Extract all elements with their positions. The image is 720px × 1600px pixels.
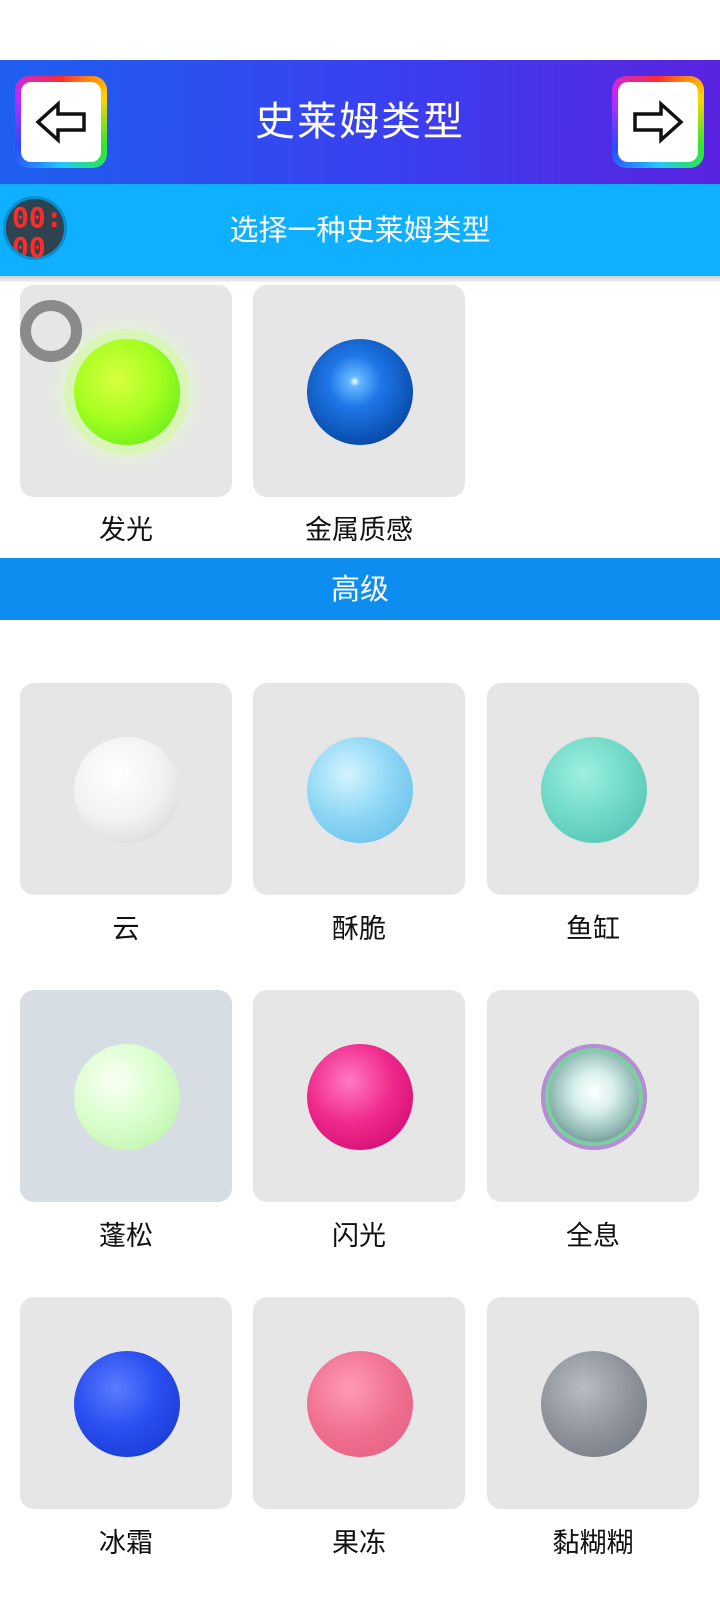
slime-card-metal[interactable] xyxy=(253,285,465,497)
back-button[interactable] xyxy=(15,76,107,168)
slime-label-holographic: 全息 xyxy=(566,1221,620,1252)
slime-label-glow: 发光 xyxy=(99,515,153,546)
slime-label-glitter: 闪光 xyxy=(332,1221,386,1252)
back-button-face xyxy=(21,82,101,162)
slime-card-fishbowl[interactable] xyxy=(487,683,699,895)
slime-card-glitter[interactable] xyxy=(253,990,465,1202)
timer-text: 00:00 xyxy=(12,201,63,260)
instruction-text: 选择一种史莱姆类型 xyxy=(229,213,491,247)
glow-slime-icon xyxy=(74,339,180,445)
slime-card-holographic[interactable] xyxy=(487,990,699,1202)
jelly-slime-icon xyxy=(307,1351,413,1457)
slime-label-fishbowl: 鱼缸 xyxy=(566,914,620,945)
fluffy-slime-icon xyxy=(74,1044,180,1150)
slime-card-frost[interactable] xyxy=(20,1297,232,1509)
next-button[interactable] xyxy=(612,76,704,168)
slime-card-fluffy[interactable] xyxy=(20,990,232,1202)
slime-label-fluffy: 蓬松 xyxy=(99,1221,153,1252)
next-button-face xyxy=(618,82,698,162)
timer-badge: 00:00 xyxy=(3,196,67,260)
page-title: 史莱姆类型 xyxy=(255,99,465,145)
frost-slime-icon xyxy=(74,1351,180,1457)
loading-ring-icon xyxy=(20,300,82,362)
glitter-slime-icon xyxy=(307,1044,413,1150)
status-bar-area xyxy=(0,0,720,60)
slime-label-jelly: 果冻 xyxy=(332,1528,386,1559)
slime-card-jelly[interactable] xyxy=(253,1297,465,1509)
holographic-slime-icon xyxy=(541,1044,647,1150)
section-title: 高级 xyxy=(330,572,389,606)
section-header-advanced: 高级 xyxy=(0,558,720,620)
metal-slime-icon xyxy=(307,339,413,445)
slime-card-crispy[interactable] xyxy=(253,683,465,895)
divider xyxy=(0,276,720,282)
slime-card-goo[interactable] xyxy=(487,1297,699,1509)
slime-card-cloud[interactable] xyxy=(20,683,232,895)
arrow-right-icon xyxy=(633,100,684,144)
slime-label-metal: 金属质感 xyxy=(305,515,413,546)
crispy-slime-icon xyxy=(307,737,413,843)
app-header: 史莱姆类型 xyxy=(0,60,720,184)
fishbowl-slime-icon xyxy=(541,737,647,843)
slime-label-goo: 黏糊糊 xyxy=(552,1528,634,1559)
instruction-bar: 选择一种史莱姆类型 xyxy=(0,184,720,276)
arrow-left-icon xyxy=(35,100,86,144)
cloud-slime-icon xyxy=(74,737,180,843)
goo-slime-icon xyxy=(541,1351,647,1457)
slime-label-cloud: 云 xyxy=(112,914,140,945)
slime-label-frost: 冰霜 xyxy=(99,1528,153,1559)
slime-label-crispy: 酥脆 xyxy=(332,914,386,945)
